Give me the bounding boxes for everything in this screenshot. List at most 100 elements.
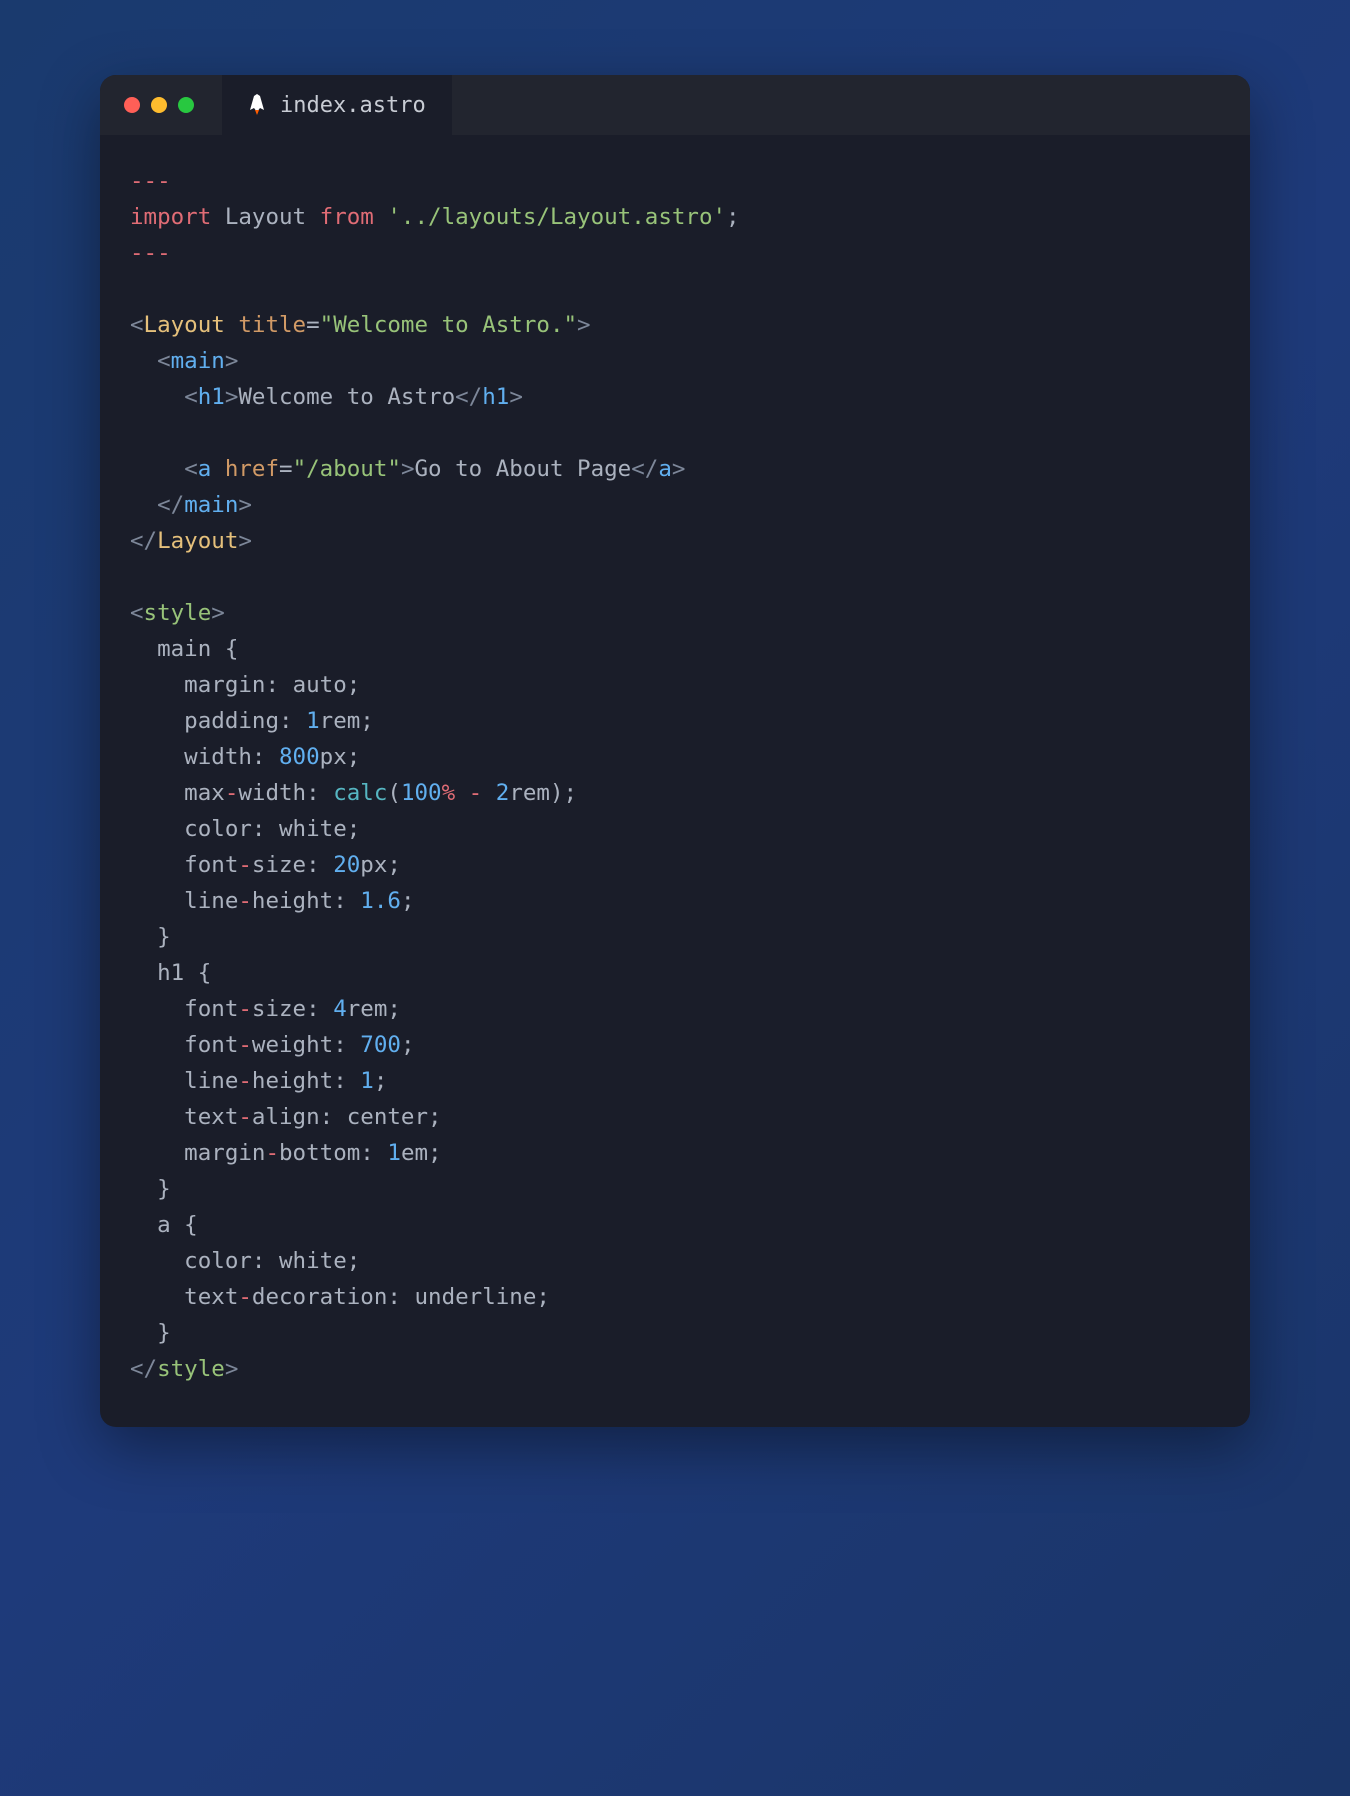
code-token: weight <box>252 1032 333 1058</box>
code-token: ; <box>387 852 401 878</box>
code-token: ; <box>360 708 374 734</box>
code-token: 100 <box>401 780 442 806</box>
code-token: font <box>130 852 238 878</box>
code-token: - <box>238 1284 252 1310</box>
code-token: color <box>130 816 252 842</box>
code-token: h1 { <box>130 960 211 986</box>
code-token: a { <box>130 1212 198 1238</box>
code-token: rem <box>347 996 388 1022</box>
code-token: 4 <box>333 996 347 1022</box>
code-token: height <box>252 888 333 914</box>
close-icon[interactable] <box>124 97 140 113</box>
code-token: </ <box>631 456 658 482</box>
minimize-icon[interactable] <box>151 97 167 113</box>
code-token: a <box>658 456 672 482</box>
code-token: < <box>130 600 144 626</box>
code-token: '../layouts/Layout.astro' <box>374 204 726 230</box>
code-token: --- <box>130 168 171 194</box>
code-token: < <box>184 456 198 482</box>
code-token: > <box>238 528 252 554</box>
code-token: text <box>130 1104 238 1130</box>
code-token: ; <box>387 996 401 1022</box>
code-token: </ <box>455 384 482 410</box>
code-token: > <box>225 1356 239 1382</box>
code-token: width <box>130 744 252 770</box>
code-editor[interactable]: --- import Layout from '../layouts/Layou… <box>100 135 1250 1427</box>
code-token: : <box>333 1068 360 1094</box>
code-token: = <box>306 312 320 338</box>
code-token: main <box>184 492 238 518</box>
code-token: font <box>130 1032 238 1058</box>
code-token: align <box>252 1104 320 1130</box>
code-token: ; <box>564 780 578 806</box>
code-token: color <box>130 1248 252 1274</box>
code-token: padding <box>130 708 279 734</box>
code-token: - <box>238 996 252 1022</box>
code-token: ) <box>550 780 564 806</box>
code-token: > <box>577 312 591 338</box>
code-token: ; <box>347 744 361 770</box>
code-token: px <box>360 852 387 878</box>
editor-window: index.astro --- import Layout from '../l… <box>100 75 1250 1427</box>
code-token: Layout <box>157 528 238 554</box>
code-token: : <box>333 888 360 914</box>
code-token: h1 <box>198 384 225 410</box>
code-token: style <box>144 600 212 626</box>
code-token: : <box>320 1104 347 1130</box>
code-token: line <box>130 888 238 914</box>
code-token: line <box>130 1068 238 1094</box>
code-token: 20 <box>333 852 360 878</box>
code-token: decoration <box>252 1284 387 1310</box>
code-token: em <box>401 1140 428 1166</box>
code-token <box>482 780 496 806</box>
code-token: 1 <box>360 1068 374 1094</box>
code-token: ; <box>428 1140 442 1166</box>
astro-file-icon <box>248 94 266 116</box>
code-token: ; <box>536 1284 550 1310</box>
code-token <box>130 492 157 518</box>
code-token: } <box>130 924 171 950</box>
code-token: > <box>238 492 252 518</box>
code-token: "Welcome to Astro." <box>320 312 577 338</box>
code-token: white <box>279 1248 347 1274</box>
code-token: size <box>252 852 306 878</box>
code-token: margin <box>130 1140 265 1166</box>
code-token: underline <box>414 1284 536 1310</box>
code-token: > <box>225 348 239 374</box>
code-token: - <box>238 1068 252 1094</box>
code-token: title <box>238 312 306 338</box>
code-token <box>130 456 184 482</box>
code-token: margin <box>130 672 265 698</box>
code-token: main { <box>130 636 238 662</box>
code-token: </ <box>157 492 184 518</box>
code-token: </ <box>130 1356 157 1382</box>
code-token: font <box>130 996 238 1022</box>
code-token: : <box>306 852 333 878</box>
tab-index-astro[interactable]: index.astro <box>222 75 452 135</box>
code-token: ; <box>401 1032 415 1058</box>
code-token: import <box>130 204 211 230</box>
code-token: - <box>225 780 239 806</box>
code-token: 700 <box>360 1032 401 1058</box>
code-token: : <box>306 996 333 1022</box>
code-token: a <box>198 456 212 482</box>
code-token: : <box>360 1140 387 1166</box>
code-token: h1 <box>482 384 509 410</box>
code-token: < <box>184 384 198 410</box>
code-token: ; <box>401 888 415 914</box>
code-token: : <box>306 780 333 806</box>
code-token: rem <box>509 780 550 806</box>
code-token: : <box>252 1248 279 1274</box>
code-token: size <box>252 996 306 1022</box>
code-token: Layout <box>144 312 225 338</box>
code-token: - <box>265 1140 279 1166</box>
code-token <box>130 384 184 410</box>
code-token: > <box>672 456 686 482</box>
maximize-icon[interactable] <box>178 97 194 113</box>
code-token: "/about" <box>293 456 401 482</box>
code-token: main <box>171 348 225 374</box>
code-token: Welcome to Astro <box>238 384 455 410</box>
code-token <box>130 348 157 374</box>
code-token: } <box>130 1176 171 1202</box>
code-token <box>225 312 239 338</box>
